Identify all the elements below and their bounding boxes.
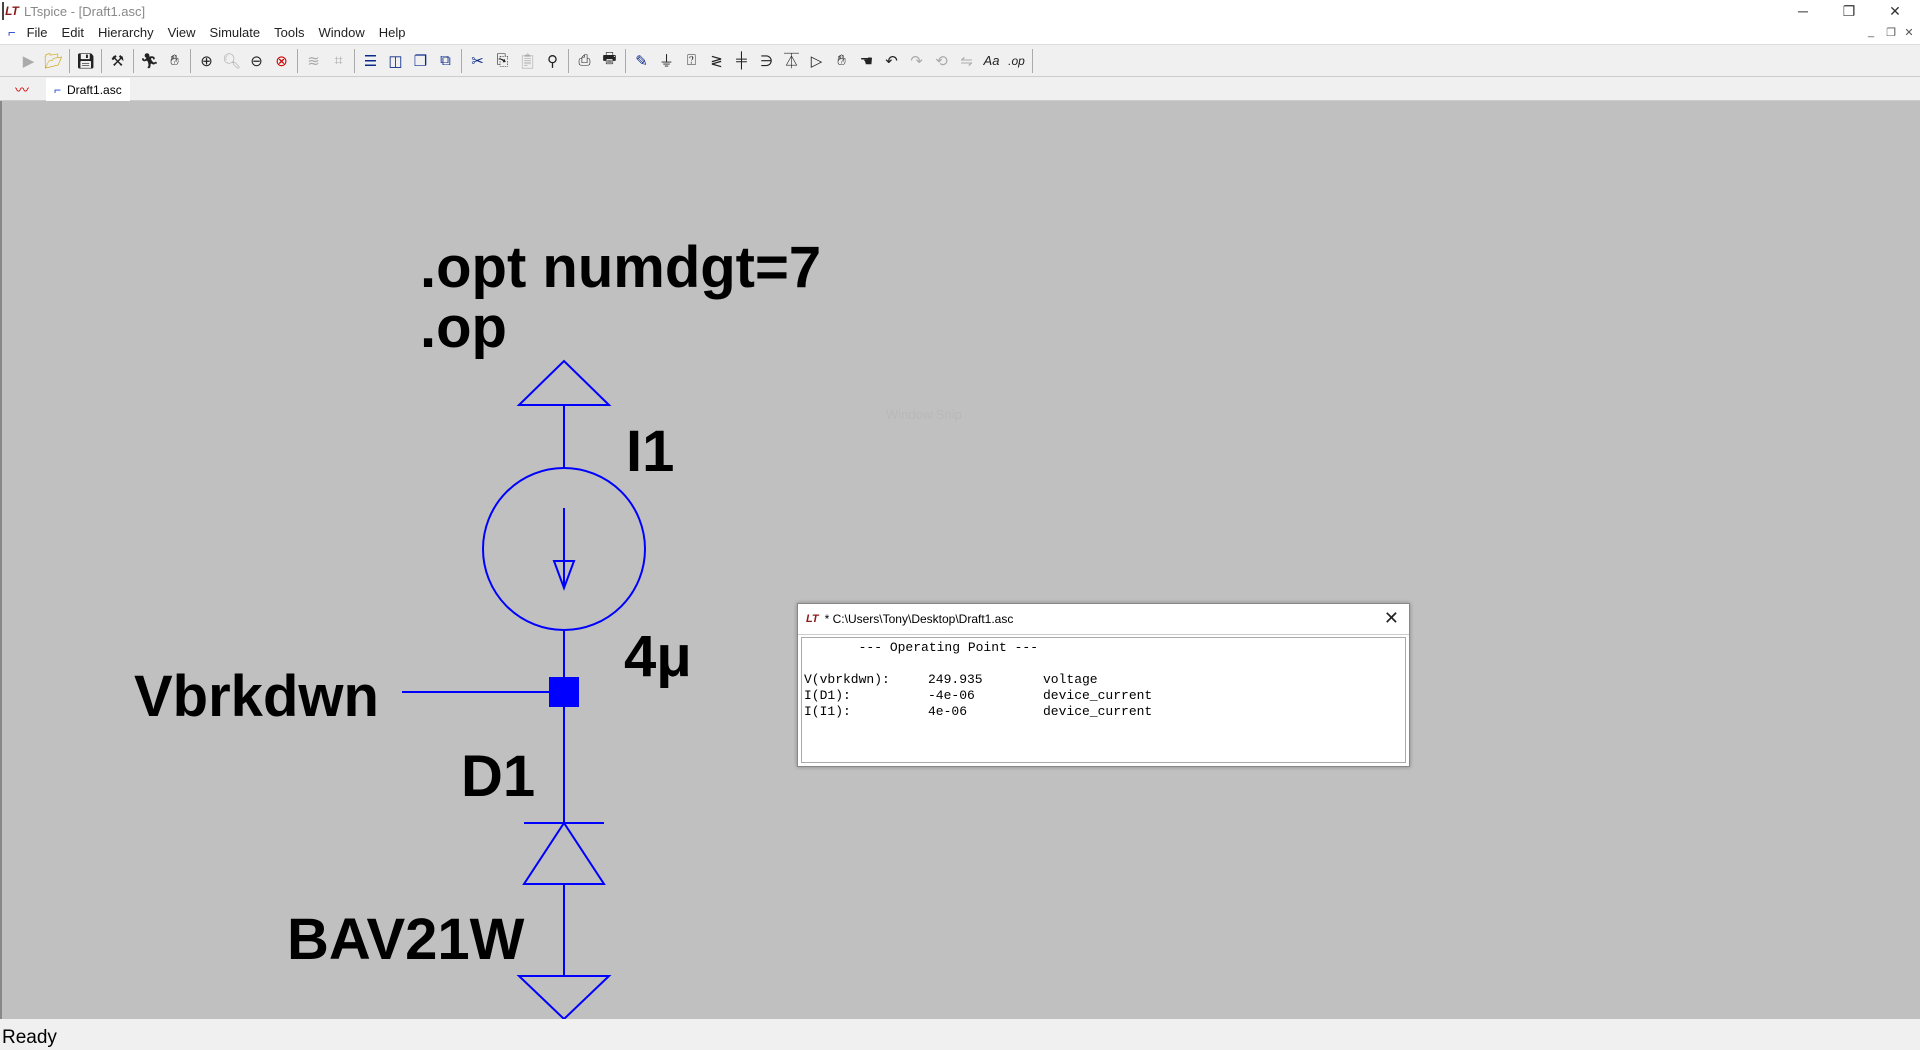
restore-button[interactable]: ❐ — [1826, 0, 1872, 22]
component-icon[interactable]: ▷ — [804, 48, 829, 73]
ground-bottom-symbol[interactable] — [516, 975, 612, 1019]
halt-icon[interactable]: 🏃︎ — [137, 48, 162, 73]
open-icon[interactable]: 📂︎ — [41, 48, 66, 73]
zoom-in-icon[interactable]: ⊕ — [194, 48, 219, 73]
drag-icon[interactable]: ☚ — [854, 48, 879, 73]
diode-name-label[interactable]: D1 — [461, 744, 535, 809]
schematic-doc-icon[interactable]: ⌐ — [8, 25, 16, 40]
dialog-close-button[interactable]: ✕ — [1384, 608, 1399, 629]
op-type: voltage — [1043, 672, 1098, 687]
op-row: I(I1): 4e-06 device_current — [804, 704, 1405, 720]
undo-icon[interactable]: ↶ — [879, 48, 904, 73]
menu-file[interactable]: File — [20, 25, 55, 40]
diode-model-label[interactable]: BAV21W — [287, 907, 525, 972]
status-bar: Ready — [0, 1019, 1920, 1050]
dialog-title: * C:\Users\Tony\Desktop\Draft1.asc — [824, 612, 1014, 626]
close-button[interactable]: ✕ — [1872, 0, 1918, 22]
tile-vertical-icon[interactable]: ◫ — [383, 48, 408, 73]
diode-symbol[interactable] — [522, 821, 606, 885]
copy-icon[interactable]: ⎘ — [490, 48, 515, 73]
status-text: Ready — [2, 1027, 57, 1048]
source-name-label[interactable]: I1 — [626, 419, 674, 484]
diode-icon[interactable]: ⏄ — [779, 48, 804, 73]
move-icon[interactable]: ✋︎ — [829, 48, 854, 73]
zoom-out-icon[interactable]: ⊖ — [244, 48, 269, 73]
mdi-minimize-button[interactable]: _ — [1862, 26, 1880, 38]
text-icon[interactable]: Aa — [979, 48, 1004, 73]
tab-label: Draft1.asc — [67, 82, 122, 97]
menu-view[interactable]: View — [161, 25, 203, 40]
op-type: device_current — [1043, 704, 1153, 719]
redo-icon[interactable]: ↷ — [904, 48, 929, 73]
spice-directive-icon[interactable]: .op — [1004, 48, 1029, 73]
menu-window[interactable]: Window — [311, 25, 371, 40]
ltspice-logo-icon: LT — [2, 2, 20, 20]
print-icon[interactable]: 🖶 — [597, 48, 622, 73]
cascade-icon[interactable]: ❐ — [408, 48, 433, 73]
cut-icon[interactable]: ✂ — [465, 48, 490, 73]
rotate-icon[interactable]: ⟲ — [929, 48, 954, 73]
run-icon[interactable]: ▶ — [16, 48, 41, 73]
waveform-tab-icon[interactable]: 〰 — [4, 79, 40, 101]
directive-opt[interactable]: .opt numdgt=7 — [420, 235, 821, 300]
mdi-restore-button[interactable]: ❐ — [1882, 26, 1900, 39]
operating-point-text[interactable]: --- Operating Point --- V(vbrkdwn): 249.9… — [801, 637, 1406, 763]
net-label[interactable]: Vbrkdwn — [134, 664, 379, 729]
capacitor-icon[interactable]: ╪ — [729, 48, 754, 73]
op-row: V(vbrkdwn): 249.935 voltage — [804, 672, 1405, 688]
menu-simulate[interactable]: Simulate — [203, 25, 268, 40]
close-windows-icon[interactable]: ⧉ — [433, 48, 458, 73]
menu-edit[interactable]: Edit — [55, 25, 91, 40]
ltspice-logo-icon: LT — [806, 613, 819, 625]
tab-draft1[interactable]: ⌐ Draft1.asc — [46, 78, 130, 101]
window-snip-overlay: Window Snip — [886, 407, 962, 422]
resistor-icon[interactable]: ≷ — [704, 48, 729, 73]
menu-help[interactable]: Help — [372, 25, 413, 40]
save-icon[interactable]: 💾︎ — [73, 48, 98, 73]
menu-bar: ⌐ File Edit Hierarchy View Simulate Tool… — [0, 22, 1920, 43]
print-setup-icon[interactable]: ⎙ — [572, 48, 597, 73]
label-net-icon[interactable]: ⍰ — [679, 48, 704, 73]
zoom-cancel-icon[interactable]: ⊗ — [269, 48, 294, 73]
op-value: 4e-06 — [928, 704, 968, 719]
toolbar: ▶ 📂︎ 💾︎ ⚒ 🏃︎ ✋︎ ⊕ 🔍︎ ⊖ ⊗ ≋ ⌗ ☰ ◫ ❐ ⧉ ✂ ⎘… — [0, 44, 1920, 77]
mdi-close-button[interactable]: ✕ — [1900, 26, 1918, 39]
zoom-fit-icon[interactable]: 🔍︎ — [219, 48, 244, 73]
wire-icon[interactable]: ✎ — [629, 48, 654, 73]
ground-icon[interactable]: ⏚ — [654, 48, 679, 73]
menu-tools[interactable]: Tools — [267, 25, 311, 40]
op-name: I(I1): — [804, 704, 851, 719]
directive-op[interactable]: .op — [420, 295, 507, 360]
ground-top-symbol[interactable] — [516, 359, 612, 406]
grid-icon[interactable]: ⌗ — [326, 48, 351, 73]
op-name: V(vbrkdwn): — [804, 672, 890, 687]
schematic-canvas[interactable]: .opt numdgt=7 .op I1 4μ Vbrkdwn D1 BAV21… — [0, 101, 1920, 1019]
op-header: --- Operating Point --- — [804, 640, 1039, 655]
op-type: device_current — [1043, 688, 1153, 703]
op-value: 249.935 — [928, 672, 983, 687]
operating-point-dialog: LT * C:\Users\Tony\Desktop\Draft1.asc ✕ … — [797, 603, 1410, 767]
menu-hierarchy[interactable]: Hierarchy — [91, 25, 161, 40]
schematic-drawing: .opt numdgt=7 .op I1 4μ Vbrkdwn D1 BAV21… — [134, 235, 821, 1019]
paste-icon[interactable]: 📋︎ — [515, 48, 540, 73]
tab-bar: 〰 ⌐ Draft1.asc — [0, 77, 1920, 101]
pan-icon[interactable]: ✋︎ — [162, 48, 187, 73]
window-title: LTspice - [Draft1.asc] — [24, 3, 146, 19]
inductor-icon[interactable]: ∋ — [754, 48, 779, 73]
autorange-icon[interactable]: ≋ — [301, 48, 326, 73]
op-value: -4e-06 — [928, 688, 975, 703]
minimize-button[interactable]: ─ — [1780, 0, 1826, 22]
tile-horizontal-icon[interactable]: ☰ — [358, 48, 383, 73]
mirror-icon[interactable]: ⇋ — [954, 48, 979, 73]
find-icon[interactable]: ⚲ — [540, 48, 565, 73]
dialog-title-bar[interactable]: LT * C:\Users\Tony\Desktop\Draft1.asc — [798, 604, 1409, 635]
source-value-label[interactable]: 4μ — [624, 624, 692, 689]
schematic-tab-icon: ⌐ — [54, 82, 62, 97]
control-panel-icon[interactable]: ⚒ — [105, 48, 130, 73]
net-junction[interactable] — [549, 677, 579, 707]
op-row: I(D1): -4e-06 device_current — [804, 688, 1405, 704]
title-bar: LT LTspice - [Draft1.asc] ─ ❐ ✕ — [0, 0, 1920, 22]
op-name: I(D1): — [804, 688, 851, 703]
